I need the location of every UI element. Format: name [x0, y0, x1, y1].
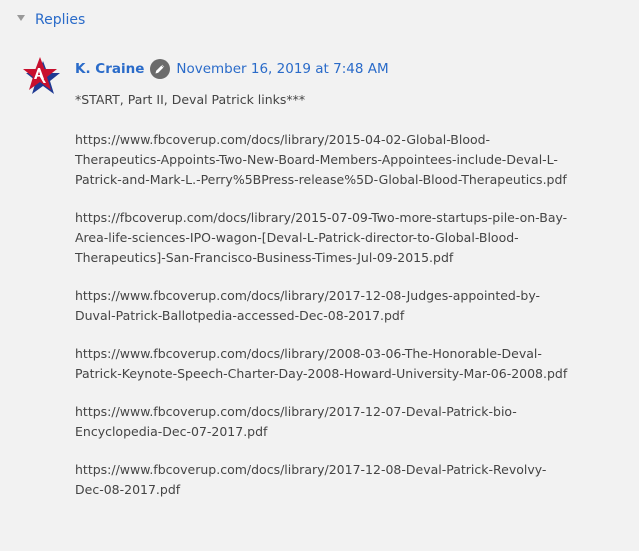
replies-toggle[interactable]: Replies — [17, 12, 85, 28]
triangle-down-icon[interactable] — [17, 15, 25, 21]
link-text-line: Patrick-and-Mark-L.-Perry%5BPress-releas… — [75, 172, 567, 187]
link-text-line: https://www.fbcoverup.com/docs/library/2… — [75, 346, 542, 361]
link-text-line: https://www.fbcoverup.com/docs/library/2… — [75, 462, 547, 477]
link-text-line: Therapeutics]-San-Francisco-Business-Tim… — [75, 250, 454, 265]
comment-link-paragraph: https://fbcoverup.com/docs/library/2015-… — [75, 208, 635, 268]
star-logo-avatar — [23, 57, 60, 94]
comment-link-paragraph: https://www.fbcoverup.com/docs/library/2… — [75, 286, 635, 326]
comment-body: *START, Part II, Deval Patrick links*** … — [75, 90, 635, 518]
link-text-line: Duval-Patrick-Ballotpedia-accessed-Dec-0… — [75, 308, 405, 323]
avatar[interactable] — [19, 55, 61, 97]
link-text-line: Therapeutics-Appoints-Two-New-Board-Memb… — [75, 152, 558, 167]
comment-timestamp[interactable]: November 16, 2019 at 7:48 AM — [176, 61, 388, 77]
comment-thread: Replies K. Craine November 16, 2019 at 7… — [0, 0, 639, 551]
link-text-line: https://www.fbcoverup.com/docs/library/2… — [75, 404, 517, 419]
link-text-line: Patrick-Keynote-Speech-Charter-Day-2008-… — [75, 366, 568, 381]
link-text-line: Dec-08-2017.pdf — [75, 482, 181, 497]
comment-author[interactable]: K. Craine — [75, 61, 144, 77]
link-text-line: Encyclopedia-Dec-07-2017.pdf — [75, 424, 268, 439]
comment-link-paragraph: https://www.fbcoverup.com/docs/library/2… — [75, 344, 635, 384]
comment-text: *START, Part II, Deval Patrick links*** — [75, 92, 306, 107]
comment-link-paragraph: https://www.fbcoverup.com/docs/library/2… — [75, 130, 635, 190]
pencil-icon — [150, 59, 171, 79]
comment-header: K. Craine November 16, 2019 at 7:48 AM — [75, 59, 389, 79]
replies-label[interactable]: Replies — [35, 12, 85, 28]
link-text-line: https://fbcoverup.com/docs/library/2015-… — [75, 210, 568, 225]
link-text-line: https://www.fbcoverup.com/docs/library/2… — [75, 288, 541, 303]
link-text-line: Area-life-sciences-IPO-wagon-[Deval-L-Pa… — [75, 230, 519, 245]
link-text-line: https://www.fbcoverup.com/docs/library/2… — [75, 132, 491, 147]
comment-link-paragraph: https://www.fbcoverup.com/docs/library/2… — [75, 402, 635, 442]
comment-paragraph: *START, Part II, Deval Patrick links*** — [75, 90, 635, 110]
comment-link-paragraph: https://www.fbcoverup.com/docs/library/2… — [75, 460, 635, 500]
